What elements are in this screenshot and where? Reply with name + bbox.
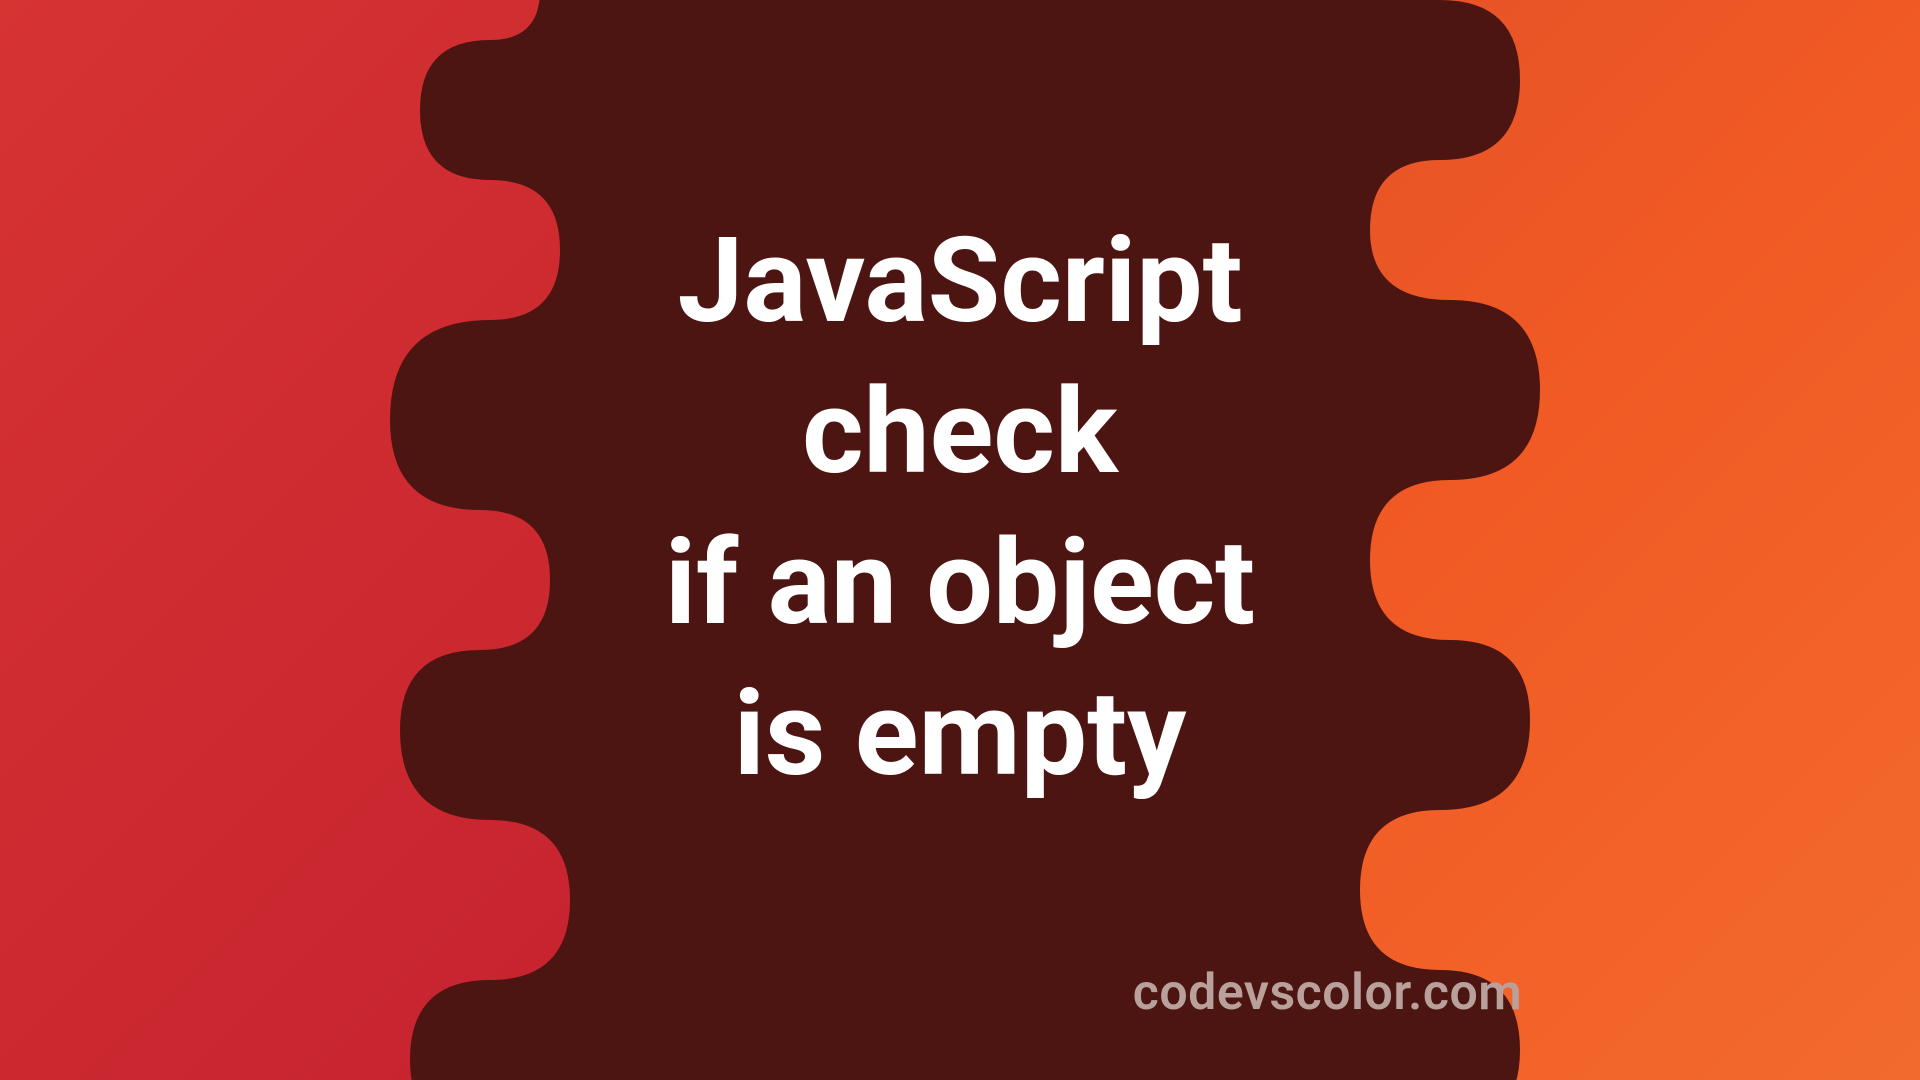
hero-title: JavaScript check if an object is empty <box>665 206 1255 810</box>
title-line-2: check <box>802 363 1118 501</box>
title-line-4: is empty <box>734 665 1187 803</box>
title-line-1: JavaScript <box>677 212 1242 350</box>
title-line-3: if an object <box>665 514 1255 652</box>
site-credit: codevscolor.com <box>1133 964 1522 1022</box>
